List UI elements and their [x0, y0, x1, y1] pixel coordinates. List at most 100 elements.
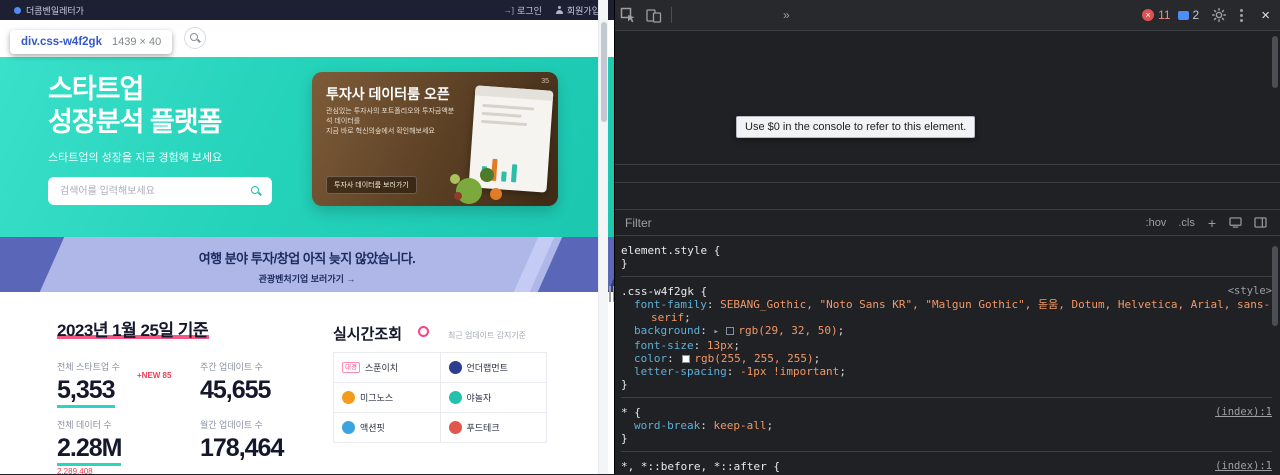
devtools-tab[interactable]: [676, 0, 696, 30]
signup-link[interactable]: 회원가입: [556, 4, 600, 17]
gear-icon[interactable]: [1211, 7, 1227, 23]
login-link[interactable]: →] 로그인: [504, 4, 542, 17]
css-rule: *, *::before, *::after { (index):1 box-s…: [621, 458, 1272, 475]
stat-value: 45,655: [200, 376, 271, 404]
sidebar-tab[interactable]: [727, 183, 745, 209]
issues-icon: [1177, 10, 1189, 20]
kebab-menu-icon[interactable]: [1240, 8, 1244, 22]
company-list-item[interactable]: 대경 스푼이치: [334, 353, 440, 382]
css-declaration[interactable]: word-break: keep-all;: [621, 419, 1272, 432]
css-property-name: font-family: [634, 298, 707, 311]
issues-button[interactable]: 2: [1177, 8, 1200, 22]
promo-title: 투자사 데이터룸 오픈: [326, 86, 450, 102]
css-declaration[interactable]: color: rgb(255, 255, 255);: [621, 352, 1272, 365]
sidebar-tab[interactable]: [655, 183, 673, 209]
console-errors-button[interactable]: × 11: [1142, 8, 1171, 22]
company-name: 야놀자: [466, 393, 492, 403]
css-declaration[interactable]: font-size: 13px;: [621, 339, 1272, 352]
devtools-tab[interactable]: [736, 0, 756, 30]
dock-side-icon[interactable]: [1254, 217, 1267, 228]
css-property-value: -1px !important: [739, 365, 840, 378]
banner-link[interactable]: 관광벤처기업 보러가기 →: [0, 272, 614, 285]
hero-search-box: [48, 177, 272, 205]
hero-subtitle: 스타트업의 성장을 지금 경험해 보세요: [48, 152, 223, 164]
css-source-link[interactable]: (index):1: [1215, 406, 1272, 419]
stats-date-title: 2023년 1월 25일 기준: [57, 321, 209, 340]
company-name: 푸드테크: [466, 423, 500, 433]
css-rule-close-brace: }: [621, 257, 628, 270]
inspect-element-icon[interactable]: [620, 7, 636, 23]
company-list-item[interactable]: 푸드테크: [440, 413, 546, 442]
promo-card[interactable]: 35 투자사 데이터룸 오픈 관심있는 투자사의 포트폴리오와 투자금액분석 데…: [312, 72, 558, 206]
styles-scrollbar-thumb[interactable]: [1272, 246, 1278, 326]
sidebar-tab[interactable]: [691, 183, 709, 209]
css-declaration[interactable]: font-family: SEBANG_Gothic, "Noto Sans K…: [621, 298, 1272, 324]
hero-section: 스타트업 성장분석 플랫폼 스타트업의 성장을 지금 경험해 보세요 35 투자…: [0, 57, 614, 237]
styles-filter-input[interactable]: [623, 214, 1139, 231]
sidebar-tab[interactable]: [709, 183, 727, 209]
css-selector[interactable]: element.style: [621, 244, 707, 257]
stat-label: 전체 스타트업 수: [57, 362, 120, 372]
company-list-item[interactable]: 언더랩먼트: [440, 353, 546, 382]
company-logo-icon: [448, 361, 462, 374]
stat-label: 주간 업데이트 수: [200, 362, 263, 372]
thumbnail-titlebar: [474, 85, 554, 101]
elements-tree-lines: ···: [615, 31, 1280, 164]
screen-icon[interactable]: [1229, 217, 1242, 228]
css-declaration[interactable]: letter-spacing: -1px !important;: [621, 365, 1272, 378]
header-search-button[interactable]: [184, 27, 206, 49]
css-selector[interactable]: .css-w4f2gk: [621, 285, 694, 298]
close-devtools-icon[interactable]: ×: [1261, 8, 1270, 23]
company-logo-icon: [448, 391, 462, 404]
company-list-item[interactable]: 야놀자: [440, 383, 546, 412]
css-selector[interactable]: *, *::before, *::after: [621, 460, 767, 473]
css-property-name: font-size: [634, 339, 694, 352]
hero-title-line2: 성장분석 플랫폼: [48, 107, 222, 137]
css-selector[interactable]: *: [621, 406, 628, 419]
topbar-brand[interactable]: 더콤벤일레터가: [14, 4, 84, 17]
page-scrollbar-thumb[interactable]: [601, 22, 607, 122]
devtools-tab[interactable]: [696, 0, 716, 30]
promo-badge: 35: [541, 78, 549, 85]
hero-search-input[interactable]: [58, 184, 244, 198]
devtools-tab[interactable]: [756, 0, 776, 30]
more-tabs-button[interactable]: »: [776, 8, 797, 22]
sidebar-tab[interactable]: [673, 183, 691, 209]
topbar-links: →] 로그인 회원가입: [504, 4, 600, 17]
css-source-link[interactable]: <style>: [1228, 285, 1272, 298]
css-property-value: rgb(29, 32, 50): [738, 324, 838, 337]
device-toolbar-icon[interactable]: [646, 7, 662, 23]
screen: 더콤벤일레터가 →] 로그인 회원가입 div.css-w4f2gk 1439 …: [0, 0, 1280, 475]
devtools-panel: » × 11 2 × Use $0 in the console to refe…: [614, 0, 1280, 475]
devtools-tab[interactable]: [716, 0, 736, 30]
elements-scrollbar-thumb[interactable]: [1272, 36, 1278, 88]
expand-shorthand-icon[interactable]: ▸: [713, 327, 724, 337]
travel-banner[interactable]: 여행 분야 투자/창업 아직 늦지 않았습니다. 관광벤처기업 보러가기 →: [0, 237, 614, 292]
promo-desc-line1: 관심있는 투자사의 포트폴리오와 투자금액분석 데이터를: [326, 108, 455, 125]
thumbnail-bar: [510, 164, 518, 183]
element-classes-button[interactable]: .cls: [1178, 217, 1195, 229]
toggle-element-state-button[interactable]: :hov: [1146, 217, 1167, 229]
sidebar-tab[interactable]: [637, 183, 655, 209]
color-swatch[interactable]: [682, 355, 691, 363]
site-topbar: 더콤벤일레터가 →] 로그인 회원가입: [0, 0, 614, 20]
company-list-item[interactable]: 액션핏: [334, 413, 440, 442]
issues-count: 2: [1192, 8, 1200, 22]
sidebar-tab[interactable]: [619, 183, 637, 209]
color-swatch[interactable]: [726, 327, 735, 335]
company-list-item[interactable]: 미그노스: [334, 383, 440, 412]
thumbnail-line: [481, 119, 528, 127]
company-name: 미그노스: [360, 393, 394, 403]
css-source-link[interactable]: (index):1: [1215, 460, 1272, 473]
hero-search-icon[interactable]: [250, 185, 262, 197]
company-name: 언더랩먼트: [466, 363, 508, 373]
dom-tree-node[interactable]: [615, 31, 1280, 127]
realtime-company-list: 대경 스푼이치 언더랩먼트 미그노스 야놀자 액션핏 푸드테크: [333, 352, 547, 443]
thumbnail-line: [481, 111, 522, 118]
login-label: 로그인: [517, 5, 542, 16]
stats-section: 2023년 1월 25일 기준 전체 스타트업 수 5,353 +NEW 85 …: [0, 292, 614, 474]
css-declaration[interactable]: background: ▸ rgb(29, 32, 50);: [621, 324, 1272, 339]
new-style-rule-button[interactable]: +: [1208, 215, 1216, 231]
promo-cta-button[interactable]: 투자사 데이터룸 보러가기: [326, 176, 417, 194]
promo-description: 관심있는 투자사의 포트폴리오와 투자금액분석 데이터를 지금 바로 혁신의숲에…: [326, 107, 456, 137]
